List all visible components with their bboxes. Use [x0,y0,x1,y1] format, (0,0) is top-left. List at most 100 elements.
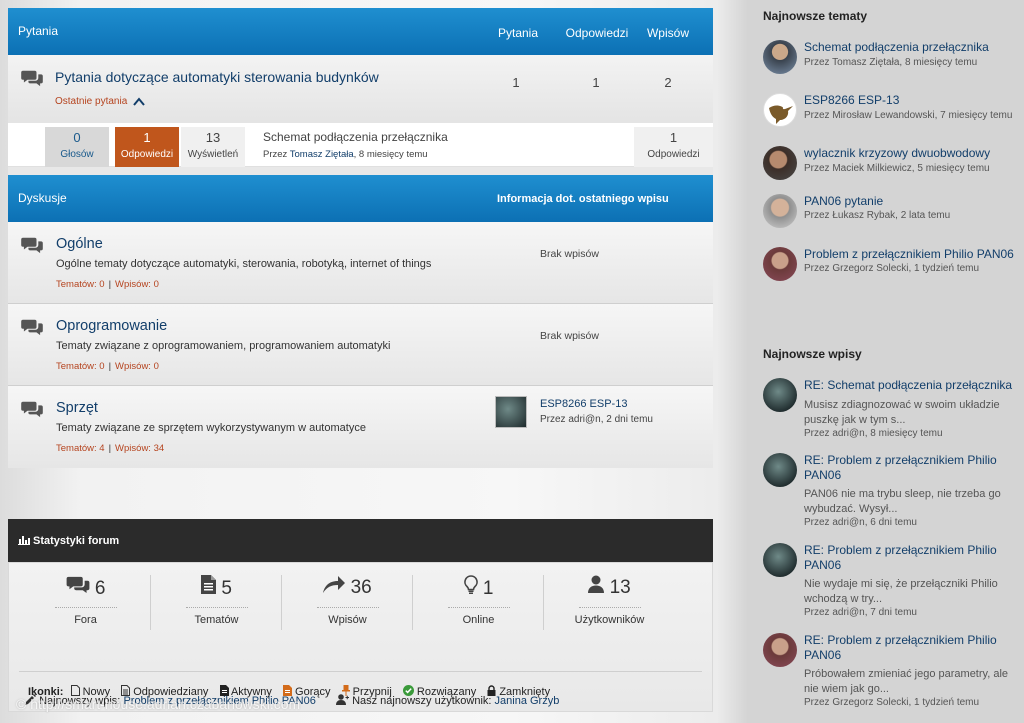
divider [578,607,641,608]
votes-box: 0 Głosów [45,127,109,167]
file-text-icon [121,685,131,696]
chevron-up-icon[interactable] [133,97,145,106]
col-posts: Wpisów [646,26,689,40]
legend-text: Gorący [295,686,331,698]
latest-topic-link[interactable]: wylacznik krzyzowy dwuobwodowy [804,146,1024,161]
forum-description: Tematy związane ze sprzętem wykorzystywa… [56,422,366,434]
latest-post-link[interactable]: RE: Problem z przełącznikiem Philio PAN0… [804,543,1024,573]
forum-topics-count: Tematów: 0 [56,361,105,372]
forum-description: Ogólne tematy dotyczące automatyki, ster… [56,258,432,270]
avatar[interactable] [763,194,797,228]
question-title-link[interactable]: Schemat podłączenia przełącznika [263,130,448,144]
latest-post-link[interactable]: RE: Schemat podłączenia przełącznika [804,378,1024,393]
views-label: Wyświetleń [187,149,239,160]
stat-value: 36 [350,577,372,598]
latest-post-byline: Przez adri@n, 6 dni temu [804,517,917,528]
forum-title-link[interactable]: Oprogramowanie [56,318,167,334]
document-icon [201,575,217,594]
latest-topic-link[interactable]: ESP8266 ESP-13 [804,93,1024,108]
avatar[interactable] [763,378,797,412]
main-column: Pytania Pytania Odpowiedzi Wpisów Pytani… [8,8,713,468]
forum-title-link[interactable]: Sprzęt [56,400,98,416]
question-item-row: 0 Głosów 1 Odpowiedzi 13 Wyświetleń Sche… [8,123,713,167]
latest-post-link[interactable]: RE: Problem z przełącznikiem Philio PAN0… [804,633,1024,663]
latest-topic-link[interactable]: Problem z przełącznikiem Philio PAN06 [804,247,1024,262]
divider [54,607,117,608]
forum-counts: Tematów: 4 | Wpisów: 34 [56,443,165,454]
answers-box: 1 Odpowiedzi [115,127,179,167]
latest-post-byline: Przez adri@n, 8 miesięcy temu [804,428,943,439]
reply-count: 1 [669,130,678,145]
stat-online: 1 Online [413,575,544,626]
stat-value: 13 [609,577,631,598]
avatar[interactable] [763,40,797,74]
latest-topic-link[interactable]: Schemat podłączenia przełącznika [804,40,1024,55]
latest-post-byline: Przez Grzegorz Solecki, 1 tydzień temu [804,697,980,708]
bar-chart-icon [18,536,30,545]
avatar[interactable] [763,543,797,577]
forum-row: Oprogramowanie Tematy związane z oprogra… [8,304,713,386]
votes-label: Głosów [60,149,94,160]
latest-topics-title: Najnowsze tematy [763,9,868,23]
questions-category-title[interactable]: Pytania dotyczące automatyki sterowania … [55,69,379,85]
reply-count-box: 1 Odpowiedzi [634,127,713,167]
stats-header: Statystyki forum [8,519,713,562]
discussions-header-title: Dyskusje [18,191,67,205]
divider [316,607,379,608]
avatar[interactable] [763,633,797,667]
answers-count: 1 [143,130,151,145]
forum-topics-count: Tematów: 0 [56,279,105,290]
avatar[interactable] [763,93,797,127]
latest-post-link[interactable]: RE: Problem z przełącznikiem Philio PAN0… [804,453,1024,483]
byline-time: , 8 miesięcy temu [353,149,428,160]
discussions-header: Dyskusje Informacja dot. ostatniego wpis… [8,175,713,222]
legend-text: Rozwiązany [416,686,477,698]
file-solid-icon [219,685,229,696]
forum-last-post: Brak wpisów [540,248,599,260]
forum-stats-panel: Statystyki forum 6 Fora 5 Tematów 36 Wpi… [8,519,713,712]
comments-icon [66,576,89,594]
latest-post-byline: Przez adri@n, 7 dni temu [804,607,917,618]
latest-topic-byline: Przez Maciek Milkiewicz, 5 miesięcy temu [804,163,990,174]
reply-label: Odpowiedzi [647,149,700,160]
legend-item-closed: Zamknięty [487,685,551,698]
stats-title: Statystyki forum [33,535,120,547]
file-outline-icon [70,685,80,696]
avatar[interactable] [763,146,797,180]
latest-post-excerpt: Musisz zdiagnozować w swoim układzie pus… [804,399,1000,426]
avatar[interactable] [763,453,797,487]
comments-icon [21,401,43,418]
watermark: © http://smart-house.adrian.czabanowski.… [16,696,301,712]
divider [447,607,510,608]
latest-post-excerpt: Nie wydaje mi się, że przełączniki Phili… [804,578,998,605]
category-posts-count: 2 [664,75,672,90]
bird-icon [769,105,793,124]
lightbulb-icon [463,575,478,594]
latest-topic-byline: Przez Grzegorz Solecki, 1 tydzień temu [804,263,980,274]
forum-last-post-link[interactable]: ESP8266 ESP-13 [540,398,627,410]
avatar[interactable] [763,247,797,281]
last-post-col: Informacja dot. ostatniego wpisu [497,193,669,205]
byline-prefix: Przez [263,149,288,160]
legend-text: Zamknięty [499,686,551,698]
question-author-link[interactable]: Tomasz Ziętała [290,149,354,160]
latest-topic-byline: Przez Łukasz Rybak, 2 lata temu [804,210,951,221]
forum-last-post: Brak wpisów [540,330,599,342]
forum-title-link[interactable]: Ogólne [56,236,103,252]
latest-post-excerpt: PAN06 nie ma trybu sleep, nie trzeba go … [804,488,1001,515]
latest-post-excerpt: Próbowałem zmieniać jego parametry, ale … [804,668,1008,695]
questions-category-row: Pytania dotyczące automatyki sterowania … [8,55,713,123]
comments-icon [21,237,43,254]
forum-posts-count: Wpisów: 0 [115,361,159,372]
latest-topic-link[interactable]: PAN06 pytanie [804,194,1024,209]
avatar[interactable] [495,396,527,428]
forum-posts-count: Wpisów: 34 [115,443,165,454]
recent-questions-link[interactable]: Ostatnie pytania [55,96,145,107]
legend-text: Przypnij [352,686,392,698]
pin-icon [341,685,350,696]
forum-row: Ogólne Ogólne tematy dotyczące automatyk… [8,222,713,304]
views-box: 13 Wyświetleń [181,127,245,167]
stat-label: Wpisów [328,614,367,626]
stat-forums: 6 Fora [20,575,151,626]
stat-users: 13 Użytkowników [544,575,675,626]
